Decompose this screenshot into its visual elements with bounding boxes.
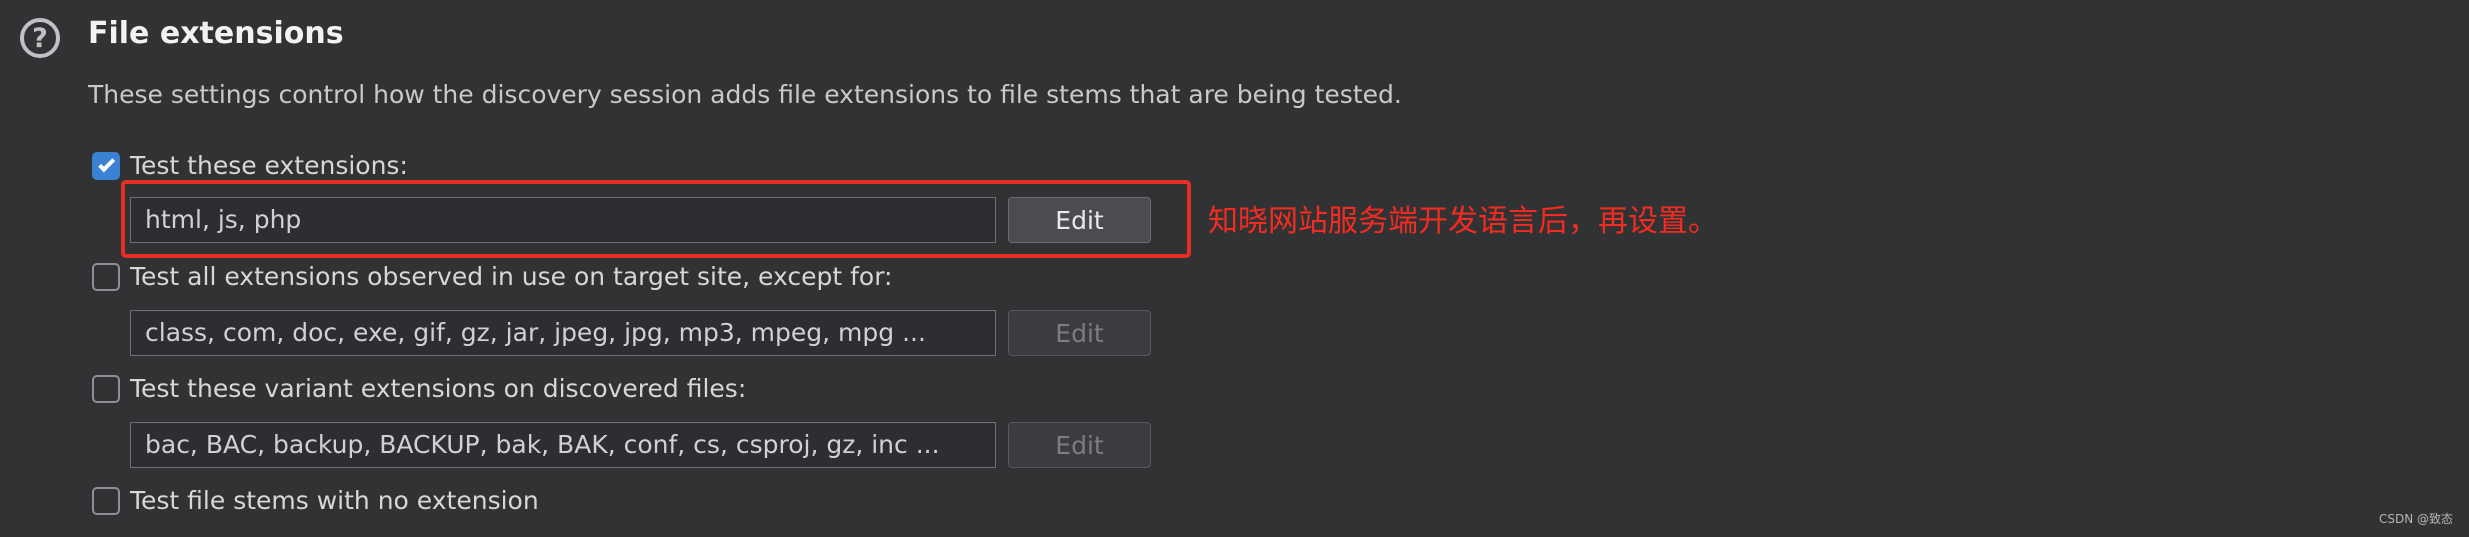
option-test-no-extension[interactable]: Test file stems with no extension — [92, 486, 539, 515]
edit-observed-extension-exclusions-button[interactable]: Edit — [1008, 310, 1151, 356]
option-label: Test all extensions observed in use on t… — [130, 262, 893, 291]
annotation-note: 知晓网站服务端开发语言后，再设置。 — [1208, 204, 1718, 239]
annotation-highlight-box — [121, 180, 1191, 258]
edit-variant-extensions-button[interactable]: Edit — [1008, 422, 1151, 468]
option-test-these-extensions[interactable]: Test these extensions: — [92, 151, 408, 180]
section-title: File extensions — [88, 16, 344, 51]
question-circle-icon[interactable]: ? — [20, 18, 60, 58]
option-label: Test these variant extensions on discove… — [130, 374, 747, 403]
test-observed-extensions-checkbox[interactable] — [92, 262, 120, 291]
section-description: These settings control how the discovery… — [88, 80, 1402, 109]
check-icon — [98, 154, 116, 172]
help-symbol: ? — [32, 22, 48, 54]
option-test-variant-extensions[interactable]: Test these variant extensions on discove… — [92, 374, 746, 403]
test-no-extension-checkbox[interactable] — [92, 486, 120, 515]
test-these-extensions-checkbox[interactable] — [92, 151, 120, 180]
file-extensions-settings-panel: ? File extensions These settings control… — [0, 0, 2469, 537]
option-test-observed-extensions[interactable]: Test all extensions observed in use on t… — [92, 262, 892, 291]
test-variant-extensions-checkbox[interactable] — [92, 374, 120, 403]
option-label: Test file stems with no extension — [130, 486, 539, 515]
observed-extension-exclusions-field[interactable]: class, com, doc, exe, gif, gz, jar, jpeg… — [130, 310, 996, 356]
watermark: CSDN @致态 — [2378, 512, 2453, 526]
variant-extensions-field[interactable]: bac, BAC, backup, BACKUP, bak, BAK, conf… — [130, 422, 996, 468]
option-label: Test these extensions: — [130, 151, 408, 180]
